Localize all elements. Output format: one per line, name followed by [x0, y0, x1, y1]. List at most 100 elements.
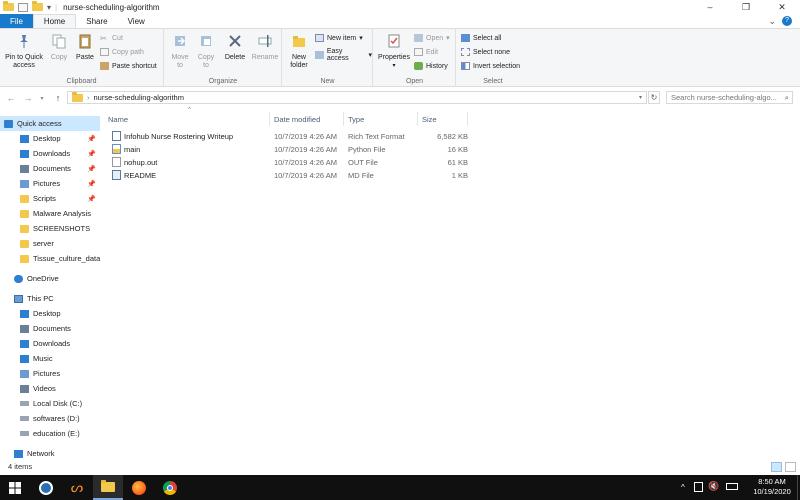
- table-row[interactable]: README 10/7/2019 4:26 AM MD File 1 KB: [108, 169, 576, 182]
- clock[interactable]: 8:50 AM 10/19/2020: [749, 477, 795, 497]
- taskbar-firefox[interactable]: [124, 475, 154, 500]
- nav-item-qa-downloads[interactable]: Downloads 📌: [0, 146, 100, 161]
- breadcrumb-chevron-icon[interactable]: ›: [87, 93, 90, 102]
- table-row[interactable]: main 10/7/2019 4:26 AM Python File 16 KB: [108, 143, 576, 156]
- expand-ribbon-icon[interactable]: ⌄: [768, 16, 776, 27]
- nav-item-quick-access[interactable]: Quick access: [0, 116, 100, 131]
- paste-shortcut-label: Paste shortcut: [112, 62, 157, 70]
- back-arrow-icon[interactable]: ←: [5, 93, 17, 103]
- large-icons-view-button[interactable]: [785, 462, 796, 472]
- taskbar-file-explorer[interactable]: [93, 475, 123, 500]
- windows-icon: [9, 481, 21, 494]
- nav-item-network[interactable]: Network: [0, 446, 100, 460]
- nav-item-qa-documents[interactable]: Documents 📌: [0, 161, 100, 176]
- column-header-type[interactable]: Type: [344, 112, 418, 126]
- nav-item-pc-desktop[interactable]: Desktop: [0, 306, 100, 321]
- help-icon[interactable]: ?: [782, 16, 792, 26]
- column-header-size[interactable]: Size: [418, 112, 468, 126]
- new-item-button[interactable]: New item ▾: [315, 34, 363, 42]
- nav-item-pc-music[interactable]: Music: [0, 351, 100, 366]
- pin-quick-access-button[interactable]: Pin to Quick access: [2, 33, 46, 70]
- nav-item-qa-server[interactable]: server: [0, 236, 100, 251]
- new-folder-button[interactable]: New folder: [286, 33, 312, 70]
- speaker-muted-icon[interactable]: 🔇: [708, 481, 719, 491]
- column-header-date[interactable]: Date modified: [270, 112, 344, 126]
- recent-locations-icon[interactable]: ▾: [36, 95, 48, 102]
- start-button[interactable]: [0, 475, 30, 500]
- delete-button[interactable]: Delete: [223, 33, 247, 62]
- nav-item-pc-local-disk-c[interactable]: Local Disk (C:): [0, 396, 100, 411]
- select-all-button[interactable]: Select all: [461, 34, 501, 42]
- nav-item-qa-malware-analysis[interactable]: Malware Analysis: [0, 206, 100, 221]
- delete-icon: [229, 35, 241, 47]
- copy-path-button[interactable]: Copy path: [100, 48, 144, 56]
- open-button[interactable]: Open ▾: [414, 34, 450, 42]
- rename-label: Rename: [251, 54, 279, 61]
- edit-button[interactable]: Edit: [414, 48, 438, 56]
- nav-item-qa-desktop[interactable]: Desktop 📌: [0, 131, 100, 146]
- close-button[interactable]: ✕: [764, 0, 800, 14]
- cut-button[interactable]: ✂ Cut: [100, 34, 123, 43]
- nav-item-pc-softwares-d[interactable]: softwares (D:): [0, 411, 100, 426]
- qa-pictures-icon: [20, 179, 29, 188]
- nav-item-label: Downloads: [33, 149, 71, 158]
- nav-item-pc-videos[interactable]: Videos: [0, 381, 100, 396]
- maximize-button[interactable]: ❐: [728, 0, 764, 14]
- paste-shortcut-button[interactable]: Paste shortcut: [100, 62, 157, 70]
- paste-button[interactable]: Paste: [74, 33, 96, 62]
- properties-quick-icon[interactable]: [18, 2, 28, 12]
- new-folder-quick-icon[interactable]: [32, 1, 43, 11]
- nav-item-qa-scripts[interactable]: Scripts 📌: [0, 191, 100, 206]
- taskbar-chrome[interactable]: [155, 475, 185, 500]
- battery-icon[interactable]: [726, 483, 738, 490]
- cut-label: Cut: [112, 34, 123, 42]
- move-to-button[interactable]: Move to: [169, 33, 191, 70]
- show-hidden-icons[interactable]: ^: [681, 483, 685, 493]
- rename-button[interactable]: Rename: [251, 33, 279, 62]
- pc-videos-icon: [20, 384, 29, 393]
- history-button[interactable]: History: [414, 62, 448, 70]
- qa-server-icon: [20, 239, 29, 248]
- nav-item-pc-education-e[interactable]: education (E:): [0, 426, 100, 441]
- nav-item-qa-tissue-culture-data[interactable]: Tissue_culture_data: [0, 251, 100, 266]
- easy-access-button[interactable]: Easy access ▾: [315, 48, 372, 62]
- address-input[interactable]: › nurse-scheduling-algorithm ▾: [67, 91, 647, 104]
- properties-button[interactable]: Properties ▾: [376, 33, 412, 70]
- taskbar-app-1[interactable]: [31, 475, 61, 500]
- nav-item-qa-pictures[interactable]: Pictures 📌: [0, 176, 100, 191]
- minimize-button[interactable]: –: [692, 0, 728, 14]
- table-row[interactable]: nohup.out 10/7/2019 4:26 AM OUT File 61 KB: [108, 156, 576, 169]
- pc-music-icon: [20, 354, 29, 363]
- pc-desktop-icon: [20, 309, 29, 318]
- tab-home[interactable]: Home: [32, 14, 77, 28]
- table-row[interactable]: Infohub Nurse Rostering Writeup 10/7/2019…: [108, 130, 576, 143]
- copy-button[interactable]: Copy: [48, 33, 70, 62]
- nav-item-pc-downloads[interactable]: Downloads: [0, 336, 100, 351]
- copy-to-button[interactable]: Copy to: [195, 33, 217, 70]
- easy-access-icon: [315, 51, 324, 59]
- tab-file[interactable]: File: [0, 14, 33, 28]
- invert-selection-button[interactable]: Invert selection: [461, 62, 520, 70]
- details-view-button[interactable]: [771, 462, 782, 472]
- customize-quick-access-icon[interactable]: ▾: [47, 3, 51, 12]
- forward-arrow-icon[interactable]: →: [22, 93, 34, 103]
- nav-item-pc-pictures[interactable]: Pictures: [0, 366, 100, 381]
- address-dropdown-icon[interactable]: ▾: [639, 94, 642, 101]
- network-icon[interactable]: [694, 482, 703, 492]
- select-none-button[interactable]: Select none: [461, 48, 510, 56]
- tab-view[interactable]: View: [118, 14, 155, 28]
- breadcrumb[interactable]: nurse-scheduling-algorithm: [94, 93, 184, 102]
- pc-documents-icon: [20, 324, 29, 333]
- nav-item-qa-screenshots[interactable]: SCREENSHOTS: [0, 221, 100, 236]
- taskbar-app-2[interactable]: ᔕ: [62, 475, 92, 500]
- tab-share[interactable]: Share: [76, 14, 117, 28]
- search-input[interactable]: Search nurse-scheduling-algo... ⌕: [666, 91, 793, 104]
- refresh-button[interactable]: ↻: [648, 91, 660, 104]
- up-arrow-icon[interactable]: ↑: [52, 93, 64, 103]
- nav-item-label: Videos: [33, 384, 56, 393]
- column-header-name[interactable]: Name: [104, 112, 270, 126]
- nav-item-onedrive[interactable]: OneDrive: [0, 271, 100, 286]
- nav-item-this-pc[interactable]: This PC: [0, 291, 100, 306]
- nav-item-pc-documents[interactable]: Documents: [0, 321, 100, 336]
- pin-icon: [20, 35, 28, 48]
